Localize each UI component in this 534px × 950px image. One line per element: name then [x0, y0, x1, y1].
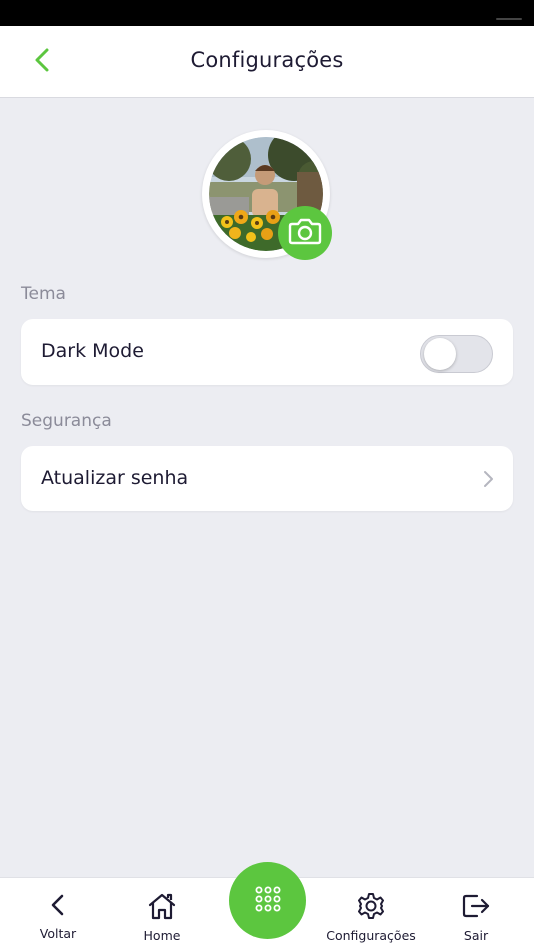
dark-mode-row: Dark Mode	[21, 319, 513, 385]
grid-icon	[254, 885, 282, 917]
menu-fab-button[interactable]	[229, 862, 306, 939]
dark-mode-label: Dark Mode	[41, 340, 144, 362]
nav-item-home[interactable]: Home	[138, 878, 186, 950]
nav-label-voltar: Voltar	[39, 926, 77, 941]
profile-avatar-container	[202, 130, 332, 260]
status-indicator	[496, 18, 522, 20]
nav-item-configuracoes[interactable]: Configurações	[322, 878, 420, 950]
header: Configurações	[0, 26, 534, 98]
gear-icon	[357, 878, 385, 924]
section-label-theme: Tema	[21, 284, 66, 304]
home-icon	[147, 878, 177, 924]
update-password-label: Atualizar senha	[41, 467, 189, 489]
update-password-row[interactable]: Atualizar senha	[21, 446, 513, 511]
nav-item-voltar[interactable]: Voltar	[32, 878, 84, 950]
nav-label-sair: Sair	[463, 928, 489, 943]
chevron-left-icon	[45, 878, 71, 922]
nav-label-configuracoes: Configurações	[326, 928, 416, 943]
logout-icon	[461, 878, 491, 924]
dark-mode-toggle[interactable]	[420, 335, 493, 373]
status-bar	[0, 0, 534, 26]
page-title: Configurações	[190, 48, 344, 72]
chevron-right-icon	[481, 469, 495, 489]
section-label-security: Segurança	[21, 411, 112, 431]
toggle-knob	[424, 338, 456, 370]
change-photo-button[interactable]	[278, 206, 332, 260]
camera-icon	[288, 217, 322, 249]
nav-label-home: Home	[143, 928, 181, 943]
nav-item-sair[interactable]: Sair	[456, 878, 496, 950]
